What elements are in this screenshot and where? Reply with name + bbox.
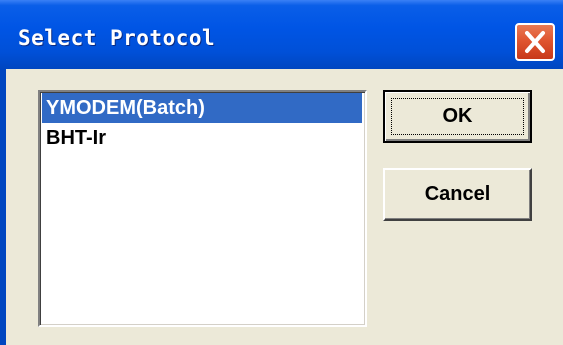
cancel-button-label: Cancel (424, 183, 491, 205)
dialog-title: Select Protocol (18, 26, 216, 50)
dialog-body: YMODEM(Batch) BHT-Ir OK Cancel (0, 69, 563, 345)
close-icon (525, 31, 545, 53)
select-protocol-dialog: Select Protocol YMODEM(Batch) BHT-Ir OK … (0, 0, 563, 345)
cancel-button[interactable]: Cancel (383, 168, 532, 221)
protocol-listbox[interactable]: YMODEM(Batch) BHT-Ir (38, 90, 367, 327)
close-button[interactable] (515, 23, 555, 61)
ok-button[interactable]: OK (383, 90, 532, 143)
title-bar[interactable]: Select Protocol (0, 0, 563, 69)
ok-button-label: OK (442, 105, 473, 127)
protocol-item-ymodem-batch[interactable]: YMODEM(Batch) (42, 93, 362, 123)
protocol-item-bht-ir[interactable]: BHT-Ir (42, 123, 362, 153)
